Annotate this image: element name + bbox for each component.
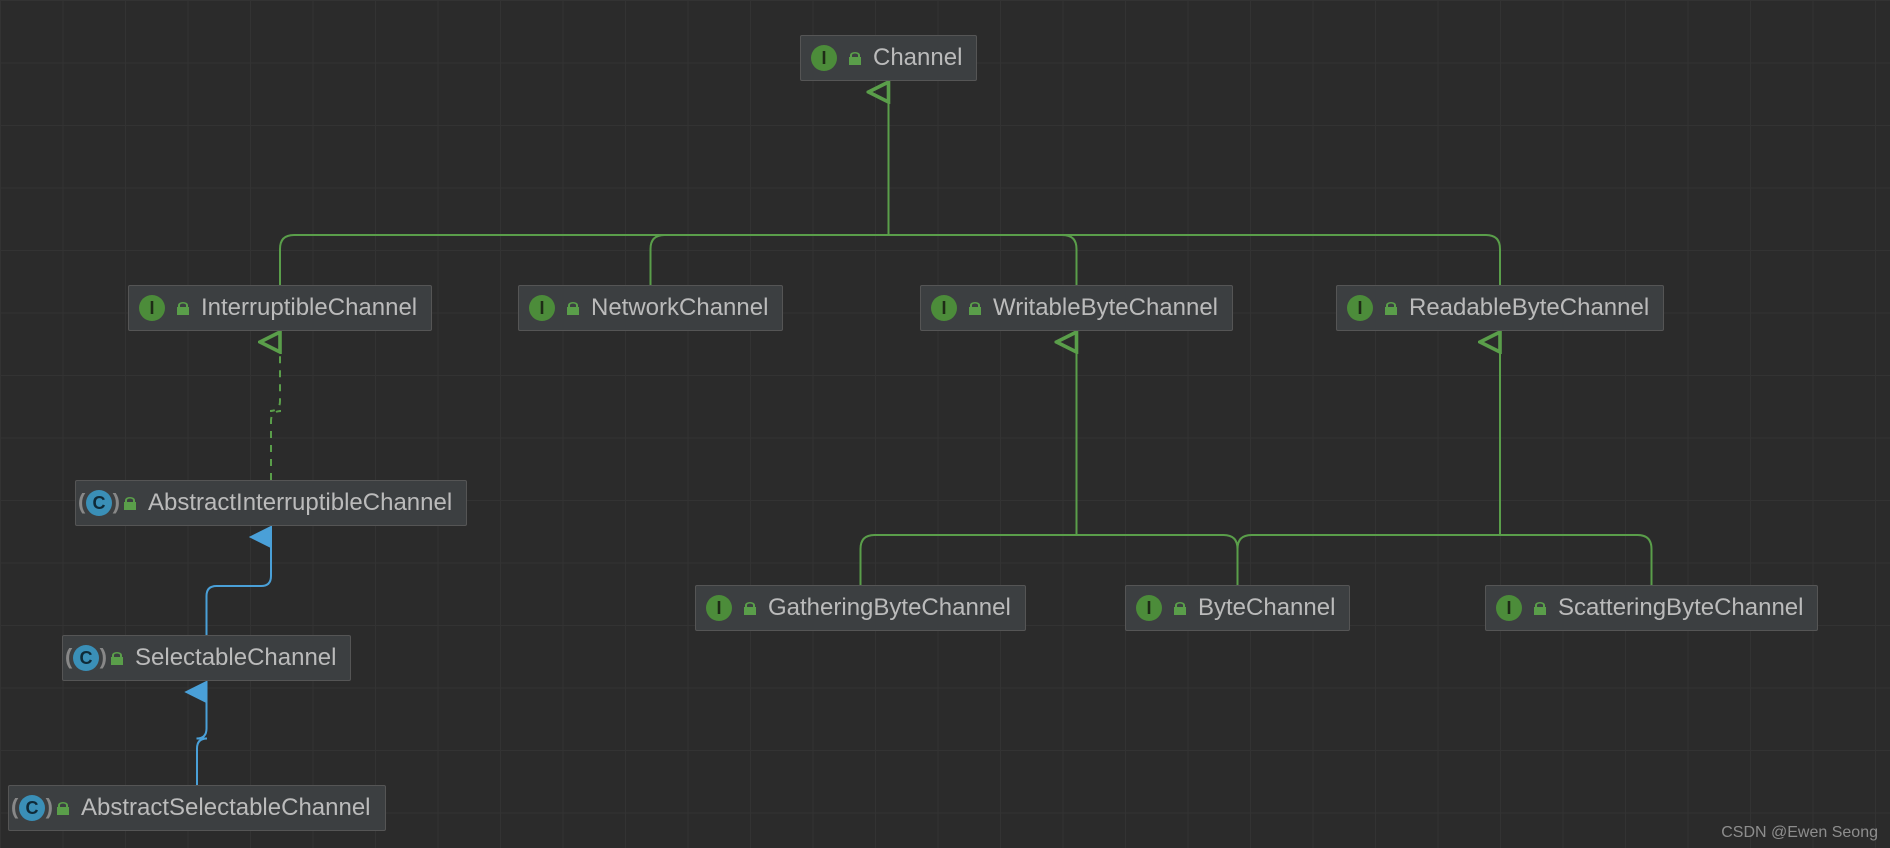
package-lock-icon xyxy=(1383,300,1397,314)
node-label: ScatteringByteChannel xyxy=(1558,594,1803,622)
package-lock-icon xyxy=(967,300,981,314)
package-lock-icon xyxy=(1172,600,1186,614)
interface-icon: I xyxy=(811,45,837,71)
uml-node-readableByteChannel[interactable]: I ReadableByteChannel xyxy=(1336,285,1664,331)
uml-node-interruptibleChannel[interactable]: I InterruptibleChannel xyxy=(128,285,432,331)
package-lock-icon xyxy=(175,300,189,314)
interface-icon: I xyxy=(529,295,555,321)
package-lock-icon xyxy=(122,495,136,509)
interface-icon: I xyxy=(1496,595,1522,621)
package-lock-icon xyxy=(1532,600,1546,614)
package-lock-icon xyxy=(109,650,123,664)
uml-node-abstractInterruptibleChannel[interactable]: C AbstractInterruptibleChannel xyxy=(75,480,467,526)
edge xyxy=(207,537,272,635)
uml-node-channel[interactable]: I Channel xyxy=(800,35,977,81)
package-lock-icon xyxy=(565,300,579,314)
edge xyxy=(1077,535,1238,585)
edge xyxy=(889,235,1077,285)
class-icon: C xyxy=(73,645,99,671)
interface-icon: I xyxy=(1136,595,1162,621)
class-icon: C xyxy=(19,795,45,821)
interface-icon: I xyxy=(1347,295,1373,321)
uml-node-gatheringByteChannel[interactable]: I GatheringByteChannel xyxy=(695,585,1026,631)
uml-node-scatteringByteChannel[interactable]: I ScatteringByteChannel xyxy=(1485,585,1818,631)
edge xyxy=(280,235,889,285)
node-label: NetworkChannel xyxy=(591,294,768,322)
node-label: WritableByteChannel xyxy=(993,294,1218,322)
edge xyxy=(197,692,208,785)
node-label: AbstractSelectableChannel xyxy=(81,794,371,822)
edge xyxy=(1238,535,1501,585)
uml-node-networkChannel[interactable]: I NetworkChannel xyxy=(518,285,783,331)
node-label: AbstractInterruptibleChannel xyxy=(148,489,452,517)
edges-layer xyxy=(0,0,1890,848)
node-label: ByteChannel xyxy=(1198,594,1335,622)
package-lock-icon xyxy=(742,600,756,614)
watermark: CSDN @Ewen Seong xyxy=(1721,824,1878,842)
interface-icon: I xyxy=(706,595,732,621)
node-label: Channel xyxy=(873,44,962,72)
package-lock-icon xyxy=(55,800,69,814)
edge xyxy=(861,535,1077,585)
uml-node-abstractSelectableChannel[interactable]: C AbstractSelectableChannel xyxy=(8,785,386,831)
edge xyxy=(1500,535,1652,585)
uml-node-byteChannel[interactable]: I ByteChannel xyxy=(1125,585,1350,631)
edge xyxy=(889,235,1501,285)
interface-icon: I xyxy=(139,295,165,321)
uml-node-selectableChannel[interactable]: C SelectableChannel xyxy=(62,635,351,681)
interface-icon: I xyxy=(931,295,957,321)
edge xyxy=(270,342,281,480)
edge xyxy=(651,235,889,285)
node-label: GatheringByteChannel xyxy=(768,594,1011,622)
class-icon: C xyxy=(86,490,112,516)
node-label: InterruptibleChannel xyxy=(201,294,417,322)
package-lock-icon xyxy=(847,50,861,64)
node-label: ReadableByteChannel xyxy=(1409,294,1649,322)
node-label: SelectableChannel xyxy=(135,644,336,672)
uml-node-writableByteChannel[interactable]: I WritableByteChannel xyxy=(920,285,1233,331)
